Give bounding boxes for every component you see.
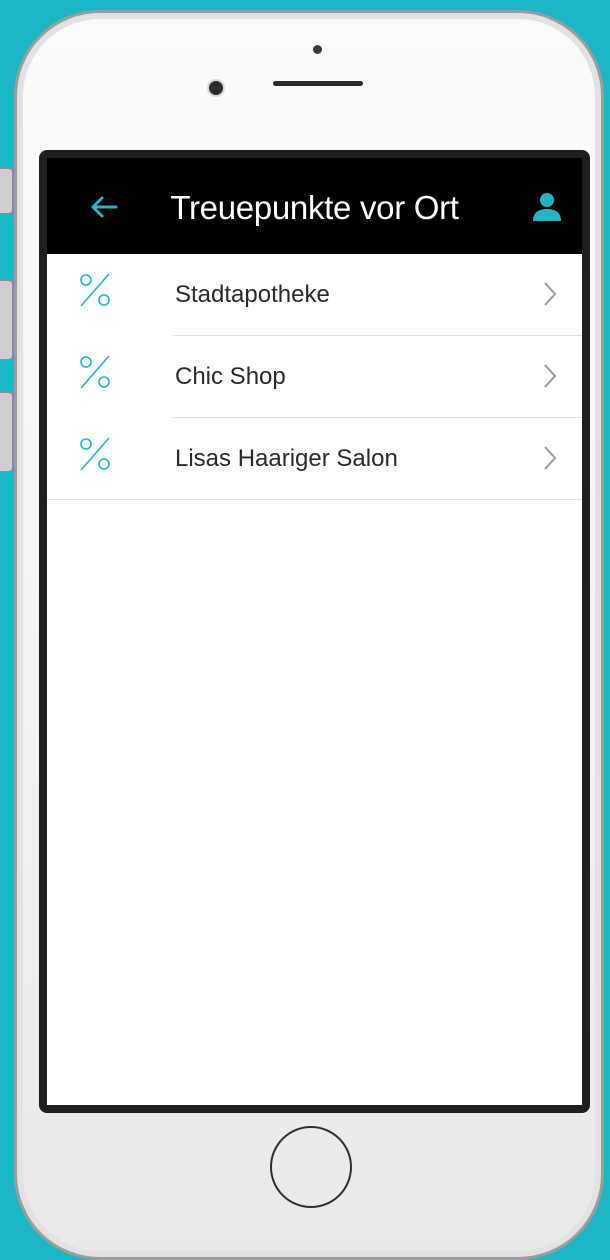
earpiece-speaker — [273, 81, 363, 86]
percent-icon — [80, 355, 110, 389]
mute-switch[interactable] — [0, 168, 13, 214]
app-header: Treuepunkte vor Ort — [47, 158, 582, 254]
screen-bezel: Treuepunkte vor Ort Stadtapotheke Chic S… — [39, 150, 590, 1113]
percent-icon — [80, 437, 110, 471]
proximity-sensor — [313, 45, 322, 54]
shop-list: Stadtapotheke Chic Shop Lisas Haariger S… — [47, 254, 582, 500]
user-icon[interactable] — [530, 190, 564, 224]
percent-icon — [80, 273, 110, 307]
list-item[interactable]: Lisas Haariger Salon — [47, 418, 582, 500]
list-item-label: Chic Shop — [175, 363, 286, 390]
list-item[interactable]: Chic Shop — [47, 336, 582, 418]
chevron-right-icon — [544, 282, 557, 306]
chevron-right-icon — [544, 446, 557, 470]
home-button[interactable] — [270, 1126, 352, 1208]
app-screen: Treuepunkte vor Ort Stadtapotheke Chic S… — [47, 158, 582, 1105]
chevron-right-icon — [544, 364, 557, 388]
front-camera — [209, 81, 223, 95]
list-item[interactable]: Stadtapotheke — [47, 254, 582, 336]
list-item-label: Lisas Haariger Salon — [175, 445, 398, 472]
volume-down-button[interactable] — [0, 392, 13, 472]
page-title: Treuepunkte vor Ort — [170, 189, 459, 226]
volume-up-button[interactable] — [0, 280, 13, 360]
list-item-label: Stadtapotheke — [175, 281, 330, 308]
